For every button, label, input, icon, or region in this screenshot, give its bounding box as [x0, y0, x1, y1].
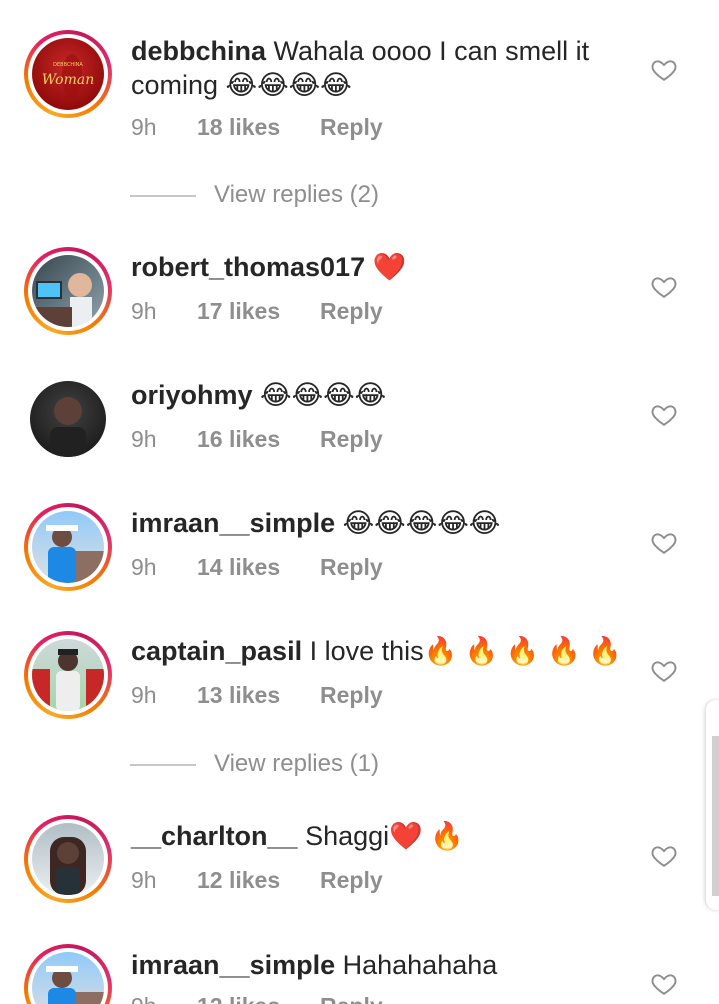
- avatar-image: [50, 837, 86, 895]
- comment-username[interactable]: imraan__simple: [131, 508, 335, 538]
- avatar-image: [32, 649, 104, 711]
- avatar-image: [46, 966, 104, 1004]
- like-heart-icon[interactable]: [651, 530, 677, 556]
- likes-count[interactable]: 12 likes: [197, 993, 280, 1004]
- avatar-image: [32, 273, 92, 327]
- comment-body: Shaggi❤️ 🔥: [297, 821, 464, 851]
- reply-button[interactable]: Reply: [320, 682, 383, 709]
- comment-time: 9h: [131, 114, 157, 140]
- comment-text: oriyohmy 😂😂😂😂: [131, 378, 631, 412]
- scrollbar-thumb[interactable]: [712, 736, 719, 896]
- comment-text: imraan__simple 😂😂😂😂😂: [131, 506, 631, 540]
- comment-username[interactable]: robert_thomas017: [131, 252, 365, 282]
- view-replies-button[interactable]: View replies (2): [130, 181, 530, 211]
- comment-username[interactable]: debbchina: [131, 36, 266, 66]
- avatar-image: [50, 397, 86, 457]
- likes-count[interactable]: 14 likes: [197, 554, 280, 581]
- comment-body: Hahahahaha: [335, 950, 498, 980]
- comment-body: I love this🔥 🔥 🔥 🔥 🔥: [302, 636, 622, 666]
- comment-text: robert_thomas017 ❤️: [131, 250, 631, 284]
- svg-text:DEBBCHINA: DEBBCHINA: [53, 62, 83, 68]
- comment-text: imraan__simple Hahahahaha: [131, 948, 631, 982]
- likes-count[interactable]: 12 likes: [197, 867, 280, 894]
- avatar[interactable]: [24, 503, 112, 591]
- avatar[interactable]: [24, 815, 112, 903]
- like-heart-icon[interactable]: [651, 402, 677, 428]
- comment-body: 😂😂😂😂😂: [335, 508, 501, 538]
- avatar-image: [46, 525, 104, 583]
- reply-button[interactable]: Reply: [320, 867, 383, 894]
- reply-button[interactable]: Reply: [320, 554, 383, 581]
- comment-username[interactable]: imraan__simple: [131, 950, 335, 980]
- avatar[interactable]: [24, 247, 112, 335]
- like-heart-icon[interactable]: [651, 843, 677, 869]
- comment-time: 9h: [131, 426, 157, 452]
- view-replies-label: View replies (1): [214, 750, 379, 777]
- reply-button[interactable]: Reply: [320, 993, 383, 1004]
- comment-username[interactable]: __charlton__: [131, 821, 298, 851]
- reply-button[interactable]: Reply: [320, 114, 383, 141]
- avatar[interactable]: Woman DEBBCHINA: [24, 30, 112, 118]
- comment-body: 😂😂😂😂: [252, 380, 387, 410]
- view-replies-label: View replies (2): [214, 181, 379, 208]
- avatar[interactable]: [24, 375, 112, 463]
- comment-text: captain_pasil I love this🔥 🔥 🔥 🔥 🔥: [131, 634, 631, 668]
- likes-count[interactable]: 13 likes: [197, 682, 280, 709]
- comment-username[interactable]: captain_pasil: [131, 636, 302, 666]
- likes-count[interactable]: 16 likes: [197, 426, 280, 453]
- like-heart-icon[interactable]: [651, 658, 677, 684]
- edge-panel-handle[interactable]: [706, 700, 719, 910]
- comment-time: 9h: [131, 298, 157, 324]
- comment-body: ❤️: [365, 252, 407, 282]
- like-heart-icon[interactable]: [651, 274, 677, 300]
- divider: [130, 195, 196, 197]
- comment-time: 9h: [131, 867, 157, 893]
- svg-text:Woman: Woman: [42, 72, 95, 88]
- comment-time: 9h: [131, 554, 157, 580]
- reply-button[interactable]: Reply: [320, 426, 383, 453]
- comment-text: debbchina Wahala oooo I can smell it com…: [131, 34, 631, 102]
- comment-time: 9h: [131, 682, 157, 708]
- like-heart-icon[interactable]: [651, 57, 677, 83]
- avatar[interactable]: [24, 944, 112, 1004]
- like-heart-icon[interactable]: [651, 971, 677, 997]
- avatar[interactable]: [24, 631, 112, 719]
- avatar-image: Woman DEBBCHINA: [42, 54, 95, 98]
- view-replies-button[interactable]: View replies (1): [130, 750, 530, 780]
- likes-count[interactable]: 18 likes: [197, 114, 280, 141]
- comment-time: 9h: [131, 993, 157, 1004]
- reply-button[interactable]: Reply: [320, 298, 383, 325]
- likes-count[interactable]: 17 likes: [197, 298, 280, 325]
- divider: [130, 764, 196, 766]
- comment-text: __charlton__ Shaggi❤️ 🔥: [131, 819, 631, 853]
- comment-username[interactable]: oriyohmy: [131, 380, 253, 410]
